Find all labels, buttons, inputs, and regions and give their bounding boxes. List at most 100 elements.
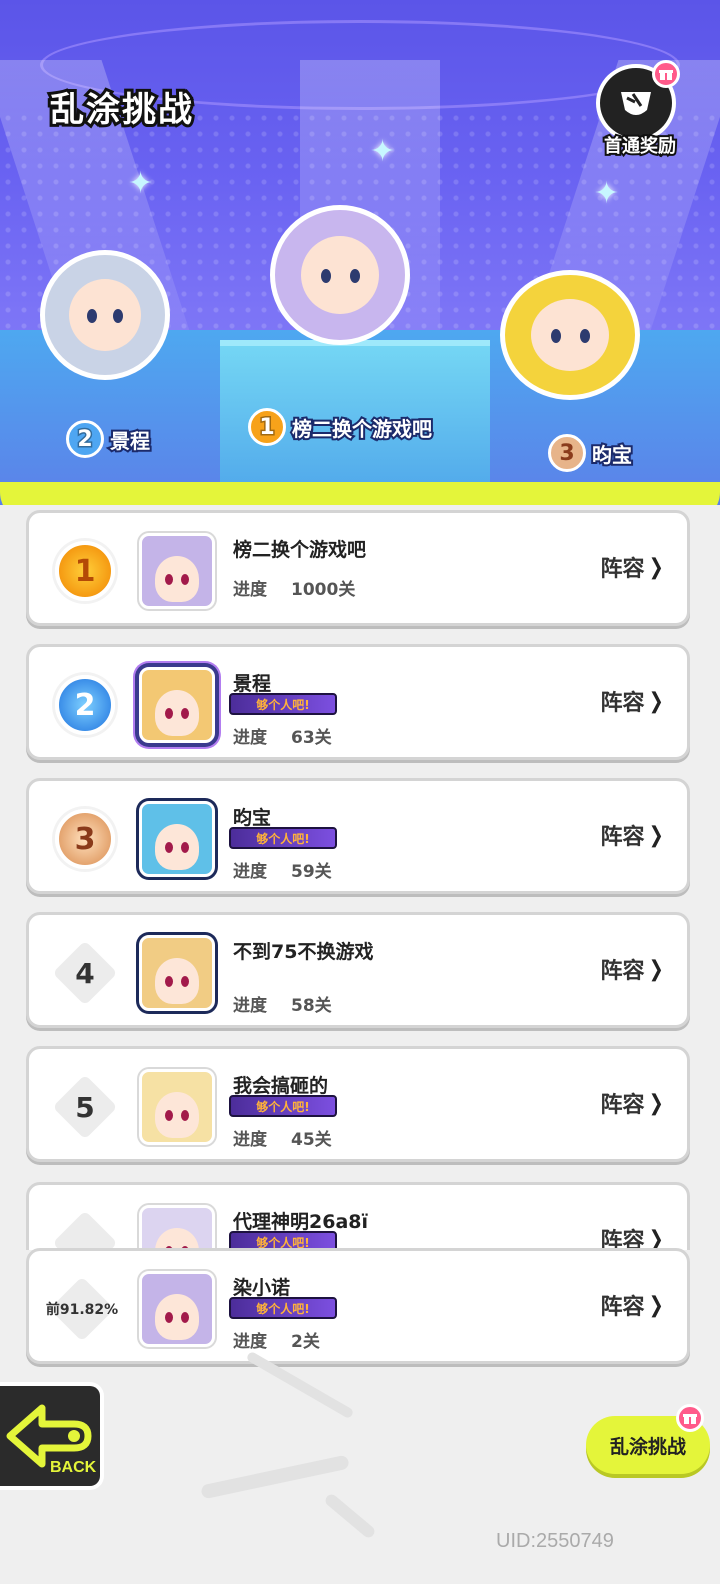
gift-icon (676, 1404, 704, 1432)
chevron-right-icon: ❯ (648, 1090, 664, 1116)
chevron-right-icon: ❯ (648, 822, 664, 848)
progress-label: 进度 (233, 580, 267, 600)
lineup-label: 阵容 (600, 1229, 645, 1250)
sparkle-icon: ✦ (594, 176, 620, 211)
back-arrow-icon: BACK (6, 1404, 96, 1476)
rank-badge: 前91.82% (37, 1275, 127, 1343)
avatar-face (155, 1091, 199, 1138)
ranking-row-5[interactable]: 5 我会搞砸的 够个人吧! 进度 45关 阵容 ❯ (26, 1046, 690, 1162)
lineup-button[interactable]: 阵容 ❯ (601, 953, 665, 985)
gold-medal-icon: 1 (55, 541, 115, 601)
lineup-label: 阵容 (600, 1093, 645, 1118)
player-name: 榜二换个游戏吧 (233, 539, 367, 561)
lineup-button[interactable]: 阵容 ❯ (601, 551, 665, 583)
player-name: 染小诺 (233, 1277, 291, 1299)
sparkle-icon: ✦ (370, 134, 396, 169)
lineup-button[interactable]: 阵容 ❯ (600, 1223, 665, 1251)
podium-avatar-rank-3[interactable] (500, 270, 640, 400)
chevron-right-icon: ❯ (648, 554, 664, 580)
back-button[interactable]: BACK (0, 1382, 104, 1490)
title-tag: 够个人吧! (229, 1095, 337, 1117)
chevron-right-icon: ❯ (648, 688, 664, 714)
decor-stroke (323, 1492, 377, 1540)
progress-label: 进度 (233, 1130, 267, 1150)
list-scroll-clip: 6 代理神明26a8ï 够个人吧! 阵容❯ (0, 1180, 720, 1250)
podium-entry-rank-3: 3 昀宝 (548, 434, 634, 472)
progress-value: 59关 (291, 862, 332, 882)
ranking-row-3[interactable]: 3 昀宝 够个人吧! 进度 59关 阵容 ❯ (26, 778, 690, 894)
player-name: 不到75不换游戏 (233, 941, 374, 963)
rank-badge: 4 (51, 939, 119, 1007)
podium-avatar-rank-2[interactable] (40, 250, 170, 380)
player-name: 代理神明26a8ï (233, 1211, 368, 1233)
lineup-label: 阵容 (600, 557, 645, 582)
progress-value: 1000关 (291, 580, 356, 600)
avatar[interactable] (139, 1271, 215, 1347)
progress-label: 进度 (233, 862, 267, 882)
progress-value: 45关 (291, 1130, 332, 1150)
podium-entry-rank-2: 2 景程 (66, 420, 152, 458)
back-label: BACK (50, 1459, 96, 1476)
chevron-right-icon: ❯ (648, 956, 664, 982)
ranking-row-1[interactable]: 1 榜二换个游戏吧 进度 1000关 阵容 ❯ (26, 510, 690, 626)
rank-badge: 1 (51, 537, 119, 605)
avatar-face (155, 957, 199, 1004)
avatar-face (155, 689, 199, 736)
podium-entry-rank-1: 1 榜二换个游戏吧 (248, 408, 434, 446)
my-ranking-row[interactable]: 前91.82% 染小诺 够个人吧! 进度 2关 阵容 ❯ (26, 1248, 690, 1364)
avatar-face (155, 1227, 199, 1250)
progress-value: 63关 (291, 728, 332, 748)
rank-badge: 5 (51, 1073, 119, 1141)
podium-avatar-rank-1[interactable] (270, 205, 410, 345)
player-name: 昀宝 (233, 807, 272, 829)
ranking-row-4[interactable]: 4 不到75不换游戏 进度 58关 阵容 ❯ (26, 912, 690, 1028)
lineup-button[interactable]: 阵容 ❯ (601, 1087, 665, 1119)
challenge-label: 乱涂挑战 (609, 1435, 686, 1458)
first-clear-reward-button[interactable]: 首通奖励 (590, 60, 690, 160)
podium-name: 榜二换个游戏吧 (290, 415, 434, 443)
bronze-medal-icon: 3 (55, 809, 115, 869)
progress-value: 58关 (291, 996, 332, 1016)
player-name: 景程 (233, 673, 272, 695)
diamond-shape (52, 1210, 118, 1250)
avatar[interactable] (139, 533, 215, 609)
progress-value: 2关 (291, 1332, 320, 1352)
character-face (69, 279, 141, 351)
avatar[interactable] (139, 1069, 215, 1145)
lineup-button[interactable]: 阵容 ❯ (601, 819, 665, 851)
podium-name: 景程 (108, 427, 152, 455)
title-tag: 够个人吧! (229, 1297, 337, 1319)
avatar-face (155, 823, 199, 870)
ranking-row-6[interactable]: 6 代理神明26a8ï 够个人吧! 阵容❯ (26, 1182, 690, 1250)
character-face (531, 299, 609, 371)
gold-medal-icon: 1 (248, 408, 286, 446)
rank-badge: 6 (51, 1209, 119, 1250)
sparkle-icon: ✦ (128, 166, 154, 201)
progress-label: 进度 (233, 996, 267, 1016)
decor-stroke (200, 1454, 350, 1500)
bronze-medal-icon: 3 (548, 434, 586, 472)
page-title: 乱涂挑战 (47, 87, 195, 133)
rank-number: 4 (75, 956, 95, 990)
avatar[interactable] (139, 667, 215, 743)
avatar[interactable] (139, 1205, 215, 1250)
silver-medal-icon: 2 (66, 420, 104, 458)
avatar[interactable] (139, 801, 215, 877)
lineup-button[interactable]: 阵容 ❯ (601, 1289, 665, 1321)
character-face (301, 236, 379, 314)
lineup-button[interactable]: 阵容 ❯ (601, 685, 665, 717)
podium-name: 昀宝 (590, 441, 634, 469)
rank-badge: 2 (51, 671, 119, 739)
rank-number: 5 (75, 1090, 95, 1124)
ranking-row-2[interactable]: 2 景程 够个人吧! 进度 63关 阵容 ❯ (26, 644, 690, 760)
rank-percentile: 前91.82% (45, 1302, 119, 1318)
lineup-label: 阵容 (600, 825, 645, 850)
player-name: 我会搞砸的 (233, 1075, 329, 1097)
lineup-label: 阵容 (600, 691, 645, 716)
avatar[interactable] (139, 935, 215, 1011)
avatar-face (155, 1293, 199, 1340)
progress-label: 进度 (233, 728, 267, 748)
avatar-face (155, 555, 199, 602)
title-tag: 够个人吧! (229, 693, 337, 715)
reward-label: 首通奖励 (602, 134, 678, 159)
